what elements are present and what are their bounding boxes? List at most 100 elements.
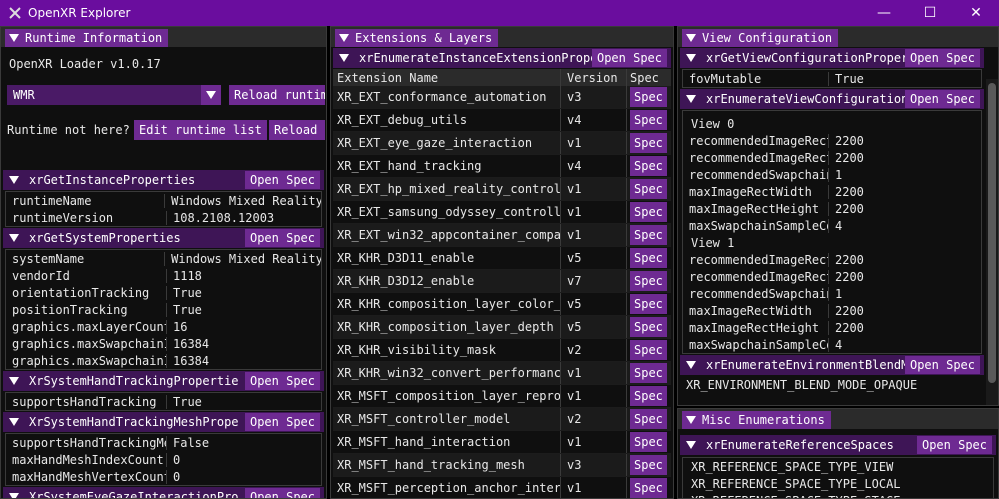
open-spec-button[interactable]: Open Spec	[244, 171, 320, 189]
misc-tab[interactable]: Misc Enumerations	[682, 411, 831, 429]
section-header[interactable]: xrGetViewConfigurationProperties Open Spe…	[680, 48, 984, 68]
property-row: recommendedImageRectWidth 2200	[683, 251, 981, 268]
section-header[interactable]: xrEnumerateViewConfigurationViewsOpen Sp…	[680, 89, 984, 109]
spec-button[interactable]: Spec	[630, 294, 667, 314]
open-spec-button[interactable]: Open Spec	[244, 229, 320, 247]
open-spec-button[interactable]: Open Spec	[904, 90, 980, 108]
reference-spaces-header[interactable]: xrEnumerateReferenceSpaces Open Spec	[680, 435, 996, 455]
spec-button[interactable]: Spec	[630, 317, 667, 337]
property-row: vendorId 1118	[6, 267, 321, 284]
property-name: maxHandMeshVertexCount	[12, 469, 167, 484]
spec-button[interactable]: Spec	[630, 363, 667, 383]
spec-cell: Spec	[627, 431, 667, 453]
collapse-arrow-icon[interactable]	[686, 34, 696, 42]
runtime-tab[interactable]: Runtime Information	[5, 29, 169, 47]
collapse-arrow-icon[interactable]	[9, 377, 19, 385]
spec-button[interactable]: Spec	[630, 271, 667, 291]
spec-button[interactable]: Spec	[630, 340, 667, 360]
extension-name: XR_MSFT_hand_tracking_mesh	[333, 454, 561, 476]
spec-button[interactable]: Spec	[630, 110, 667, 130]
collapse-arrow-icon[interactable]	[339, 54, 349, 62]
property-table: runtimeName Windows Mixed Reality runtimeV…	[5, 191, 322, 227]
spec-cell: Spec	[627, 201, 667, 223]
spec-button[interactable]: Spec	[630, 409, 667, 429]
spec-button[interactable]: Spec	[630, 87, 667, 107]
extension-version: v1	[561, 385, 627, 407]
spec-cell: Spec	[627, 270, 667, 292]
chevron-down-icon[interactable]	[201, 85, 221, 105]
reload-runtime-button[interactable]: Reload runtim	[229, 85, 325, 105]
runtime-tab-label: Runtime Information	[25, 31, 163, 45]
spec-button[interactable]: Spec	[630, 179, 667, 199]
open-spec-button[interactable]: Open Spec	[904, 49, 980, 67]
spec-button[interactable]: Spec	[630, 478, 667, 498]
spec-button[interactable]: Spec	[630, 455, 667, 475]
section-header[interactable]: xrEnumerateEnvironmentBlendModes Open Spe…	[680, 355, 984, 375]
collapse-arrow-icon[interactable]	[9, 234, 19, 242]
property-name: runtimeName	[12, 193, 166, 208]
extension-name: XR_EXT_win32_appcontainer_compatible	[333, 224, 561, 246]
reference-space-item: XR_REFERENCE_SPACE_TYPE_VIEW	[691, 459, 894, 474]
collapse-arrow-icon[interactable]	[686, 54, 696, 62]
collapse-arrow-icon[interactable]	[686, 95, 696, 103]
section-header[interactable]: xrGetSystemProperties Open Spec	[3, 228, 324, 248]
open-spec-button[interactable]: Open Spec	[591, 49, 667, 67]
close-button[interactable]: ✕	[953, 0, 999, 26]
extensions-tab-label: Extensions & Layers	[355, 31, 493, 45]
runtime-panel-titlebar: Runtime Information	[1, 27, 326, 47]
extension-properties-header[interactable]: xrEnumerateInstanceExtensionProperties O…	[333, 48, 671, 68]
spec-button[interactable]: Spec	[630, 133, 667, 153]
spec-button[interactable]: Spec	[630, 386, 667, 406]
property-name: maxImageRectHeight	[689, 320, 829, 335]
reference-space-item: XR_REFERENCE_SPACE_TYPE_STAGE	[683, 492, 993, 499]
spec-button[interactable]: Spec	[630, 202, 667, 222]
open-spec-button[interactable]: Open Spec	[904, 356, 980, 374]
open-spec-button[interactable]: Open Spec	[244, 372, 320, 390]
scrollbar-thumb[interactable]	[988, 83, 996, 383]
property-name: runtimeVersion	[12, 210, 167, 225]
section-header[interactable]: XrSystemEyeGazeInteractionProperties Open…	[3, 487, 324, 498]
collapse-arrow-icon[interactable]	[9, 176, 19, 184]
view-label: View 0	[691, 116, 735, 131]
collapse-arrow-icon[interactable]	[686, 416, 696, 424]
extensions-table: Extension Name Version Spec XR_EXT_confo…	[333, 69, 671, 498]
view-tab[interactable]: View Configuration	[682, 29, 839, 47]
open-spec-button[interactable]: Open Spec	[244, 413, 320, 431]
property-value: True	[835, 71, 864, 86]
property-row: maxImageRectWidth 2200	[683, 302, 981, 319]
property-row: graphics.maxSwapchainIm 16384	[6, 352, 321, 369]
spec-button[interactable]: Spec	[630, 432, 667, 452]
property-row: graphics.maxSwapchainIm 16384	[6, 335, 321, 352]
section-header[interactable]: XrSystemHandTrackingProperties Open Spec	[3, 371, 324, 391]
table-row: XR_KHR_composition_layer_depth v5 Spec	[333, 316, 671, 339]
collapse-arrow-icon[interactable]	[9, 34, 19, 42]
table-row: XR_KHR_win32_convert_performance_counter…	[333, 362, 671, 385]
property-row: supportsHandTrackingMesh False	[6, 434, 321, 451]
section-header[interactable]: xrGetInstanceProperties Open Spec	[3, 170, 324, 190]
collapse-arrow-icon[interactable]	[9, 418, 19, 426]
spec-button[interactable]: Spec	[630, 225, 667, 245]
spec-button[interactable]: Spec	[630, 248, 667, 268]
extension-name: XR_MSFT_perception_anchor_interop	[333, 477, 561, 498]
collapse-arrow-icon[interactable]	[339, 34, 349, 42]
property-value: 16384	[173, 353, 210, 368]
collapse-arrow-icon[interactable]	[686, 441, 696, 449]
reload-button[interactable]: Reload	[269, 120, 325, 140]
section-header[interactable]: XrSystemHandTrackingMeshProperties Open S…	[3, 412, 324, 432]
property-name: recommendedImageRectWidth	[689, 133, 829, 148]
extensions-tab[interactable]: Extensions & Layers	[335, 29, 499, 47]
spec-button[interactable]: Spec	[630, 156, 667, 176]
edit-runtime-list-button[interactable]: Edit runtime list	[134, 120, 267, 140]
runtime-select[interactable]: WMR	[7, 85, 221, 105]
minimize-button[interactable]: —	[861, 0, 907, 26]
collapse-arrow-icon[interactable]	[9, 493, 19, 498]
spec-cell: Spec	[627, 385, 667, 407]
collapse-arrow-icon[interactable]	[686, 361, 696, 369]
property-row: maxSwapchainSampleCount 4	[683, 217, 981, 234]
open-spec-button[interactable]: Open Spec	[244, 488, 320, 498]
view-scrollbar[interactable]	[986, 79, 998, 405]
maximize-button[interactable]: ☐	[907, 0, 953, 26]
open-spec-button[interactable]: Open Spec	[916, 436, 992, 454]
property-value: 2200	[835, 133, 864, 148]
property-value: 1	[835, 286, 843, 301]
